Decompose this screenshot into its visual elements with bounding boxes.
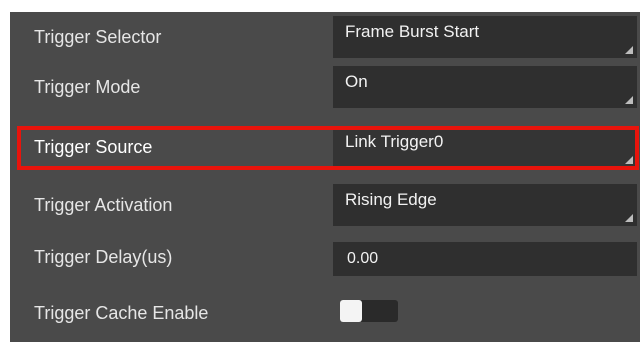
trigger-mode-dropdown[interactable]: On (333, 66, 637, 108)
trigger-mode-label: Trigger Mode (34, 77, 141, 97)
dropdown-corner-icon (625, 214, 633, 222)
row-trigger-activation: Trigger Activation Rising Edge (10, 180, 640, 230)
trigger-cache-enable-label: Trigger Cache Enable (34, 303, 209, 323)
row-trigger-cache-enable: Trigger Cache Enable (10, 288, 640, 338)
trigger-activation-label: Trigger Activation (34, 195, 173, 215)
trigger-cache-enable-toggle[interactable] (340, 300, 398, 322)
trigger-selector-label: Trigger Selector (34, 27, 162, 47)
trigger-mode-value: On (345, 72, 368, 91)
row-trigger-delay: Trigger Delay(us) 0.00 (10, 232, 640, 282)
trigger-delay-label: Trigger Delay(us) (34, 247, 173, 267)
trigger-selector-dropdown[interactable]: Frame Burst Start (333, 16, 637, 58)
dropdown-corner-icon (625, 96, 633, 104)
dropdown-corner-icon (625, 46, 633, 54)
trigger-source-highlight-box (17, 126, 639, 170)
trigger-settings-panel: Trigger Selector Frame Burst Start Trigg… (10, 12, 640, 342)
toggle-knob (340, 300, 362, 322)
trigger-activation-value: Rising Edge (345, 190, 437, 209)
trigger-selector-value: Frame Burst Start (345, 22, 480, 41)
row-trigger-selector: Trigger Selector Frame Burst Start (10, 12, 640, 62)
row-trigger-mode: Trigger Mode On (10, 62, 640, 112)
trigger-activation-dropdown[interactable]: Rising Edge (333, 184, 637, 226)
trigger-delay-value: 0.00 (347, 250, 379, 267)
trigger-delay-input[interactable]: 0.00 (333, 242, 637, 276)
